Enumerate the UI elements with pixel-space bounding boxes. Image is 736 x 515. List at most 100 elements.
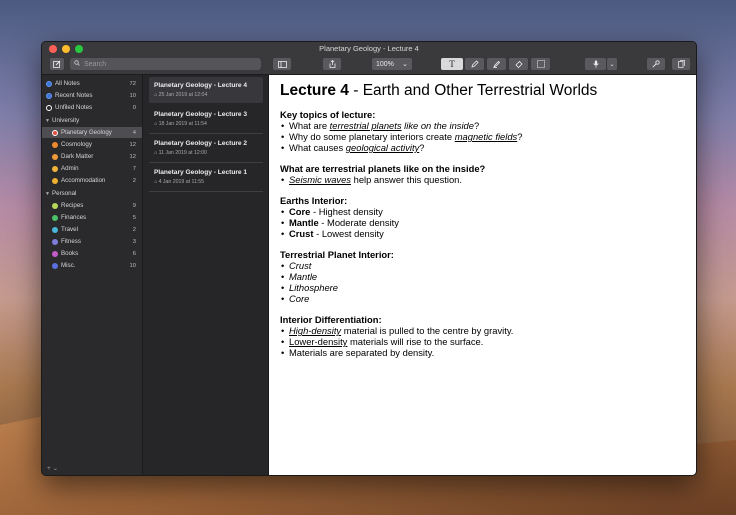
eraser-tool-button[interactable]	[509, 58, 528, 70]
sidebar-item-fitness[interactable]: Fitness 3	[42, 236, 142, 247]
sidebar-group-personal[interactable]: ▼ Personal	[42, 188, 142, 199]
sidebar-item-all-notes[interactable]: All Notes 72	[42, 78, 142, 89]
app-window: Planetary Geology - Lecture 4 Search 100…	[41, 41, 697, 476]
sidebar-item-label: Accommodation	[61, 177, 106, 184]
search-placeholder: Search	[84, 60, 107, 68]
note-list-item[interactable]: Planetary Geology - Lecture 3 ⌂ 18 Jan 2…	[149, 106, 263, 134]
microphone-icon	[592, 60, 599, 68]
window-title: Planetary Geology - Lecture 4	[319, 44, 419, 53]
sidebar-item-label: All Notes	[55, 80, 80, 87]
sidebar-group-label: Personal	[52, 190, 77, 197]
disclosure-triangle-icon: ▼	[45, 190, 50, 197]
notebook-color-icon	[52, 202, 58, 209]
section-heading: Interior Differentiation:	[280, 314, 382, 325]
sidebar-item-count: 10	[129, 262, 136, 269]
sidebar-item-count: 72	[129, 80, 136, 87]
bullet: Materials are separated by density.	[281, 347, 696, 358]
search-input[interactable]: Search	[70, 58, 261, 70]
sidebar-item-recipes[interactable]: Recipes 9	[42, 200, 142, 211]
titlebar: Planetary Geology - Lecture 4	[42, 42, 696, 56]
record-audio-button[interactable]	[585, 58, 606, 70]
pen-tool-button[interactable]	[465, 58, 484, 70]
note-list: Planetary Geology - Lecture 4 ⌂ 25 Jan 2…	[143, 75, 269, 475]
sidebar-group-university[interactable]: ▼ University	[42, 115, 142, 126]
sidebar-item-count: 0	[132, 104, 136, 111]
sidebar-item-label: Recipes	[61, 202, 84, 209]
note-editor[interactable]: Lecture 4 - Earth and Other Terrestrial …	[269, 75, 696, 475]
bullet: What causes geological activity?	[281, 142, 696, 153]
bullet: Mantle	[281, 271, 696, 282]
section-heading: Key topics of lecture:	[280, 109, 376, 120]
note-date: ⌂ 4 Jan 2019 at 11:55	[154, 179, 205, 185]
sidebar-item-label: Planetary Geology	[61, 129, 112, 136]
note-date: ⌂ 18 Jan 2019 at 11:54	[154, 121, 207, 127]
sidebar-item-label: Misc.	[61, 262, 76, 269]
section-heading: What are terrestrial planets like on the…	[280, 163, 486, 174]
bullet: Lithosphere	[281, 282, 696, 293]
sidebar-item-label: Cosmology	[61, 141, 92, 148]
sidebar-item-count: 9	[132, 202, 136, 209]
section-key-topics: Key topics of lecture: What are terrestr…	[280, 109, 696, 153]
note-date: ⌂ 11 Jan 2019 at 12:00	[154, 150, 207, 156]
section-earths-interior: Earths Interior: Core - Highest density …	[280, 195, 696, 239]
inspector-button[interactable]	[647, 58, 665, 70]
section-inside: What are terrestrial planets like on the…	[280, 163, 696, 185]
pages-button[interactable]	[672, 58, 690, 70]
zoom-select[interactable]: 100% ⌄	[372, 58, 412, 70]
all-notes-icon	[46, 80, 52, 87]
text-tool-button[interactable]: T	[441, 58, 463, 70]
recent-notes-icon	[46, 92, 52, 99]
sidebar-item-count: 5	[132, 214, 136, 221]
note-title: Planetary Geology - Lecture 4	[154, 82, 248, 89]
bullet: Crust	[281, 260, 696, 271]
sidebar-item-count: 12	[129, 141, 136, 148]
section-heading: Earths Interior:	[280, 195, 348, 206]
sidebar-item-count: 4	[132, 129, 136, 136]
text-tool-icon: T	[449, 59, 455, 69]
notebook-color-icon	[52, 214, 58, 221]
toggle-sidebar-button[interactable]	[273, 58, 291, 70]
sidebar-item-accommodation[interactable]: Accommodation 2	[42, 175, 142, 186]
note-list-item[interactable]: Planetary Geology - Lecture 2 ⌂ 11 Jan 2…	[149, 135, 263, 163]
sidebar-item-finances[interactable]: Finances 5	[42, 212, 142, 223]
note-title: Planetary Geology - Lecture 2	[154, 140, 248, 147]
highlighter-tool-button[interactable]	[487, 58, 506, 70]
share-icon	[329, 60, 335, 68]
notebook-color-icon	[52, 177, 58, 184]
sidebar-item-count: 2	[132, 177, 136, 184]
compose-icon	[53, 60, 61, 68]
bullet: Crust - Lowest density	[281, 228, 696, 239]
search-icon	[74, 60, 80, 68]
sidebar-item-cosmology[interactable]: Cosmology 12	[42, 139, 142, 150]
sidebar-item-books[interactable]: Books 6	[42, 248, 142, 259]
notebook-color-icon	[52, 226, 58, 233]
sidebar-item-dark-matter[interactable]: Dark Matter 12	[42, 151, 142, 162]
sidebar-item-count: 2	[132, 226, 136, 233]
selection-icon	[536, 60, 545, 68]
sidebar-item-travel[interactable]: Travel 2	[42, 224, 142, 235]
sidebar-item-unfiled-notes[interactable]: Unfiled Notes 0	[42, 102, 142, 113]
notebook-color-icon	[52, 141, 58, 148]
chevron-down-icon: ⌄	[609, 61, 615, 68]
sidebar-item-recent-notes[interactable]: Recent Notes 10	[42, 90, 142, 101]
new-note-button[interactable]	[50, 58, 64, 70]
add-notebook-button[interactable]: + ⌄	[47, 464, 58, 472]
sidebar-item-misc[interactable]: Misc. 10	[42, 260, 142, 271]
sidebar-item-label: Books	[61, 250, 79, 257]
note-list-item[interactable]: Planetary Geology - Lecture 1 ⌂ 4 Jan 20…	[149, 164, 263, 192]
bullet: Seismic waves help answer this question.	[281, 174, 696, 185]
highlighter-icon	[492, 60, 500, 68]
note-title: Planetary Geology - Lecture 3	[154, 111, 248, 118]
sidebar-item-planetary-geology[interactable]: Planetary Geology 4	[42, 127, 142, 138]
record-options-button[interactable]: ⌄	[607, 58, 617, 70]
share-button[interactable]	[323, 58, 341, 70]
note-list-item[interactable]: Planetary Geology - Lecture 4 ⌂ 25 Jan 2…	[149, 77, 263, 103]
toolbar: Search 100% ⌄ T ⌄	[42, 56, 696, 75]
bullet: Mantle - Moderate density	[281, 217, 696, 228]
bullet: What are terrestrial planets like on the…	[281, 120, 696, 131]
key-icon	[652, 60, 660, 68]
selection-tool-button[interactable]	[531, 58, 550, 70]
sidebar-item-admin[interactable]: Admin 7	[42, 163, 142, 174]
sidebar-item-label: Unfiled Notes	[55, 104, 93, 111]
notebook-color-icon	[52, 153, 58, 160]
